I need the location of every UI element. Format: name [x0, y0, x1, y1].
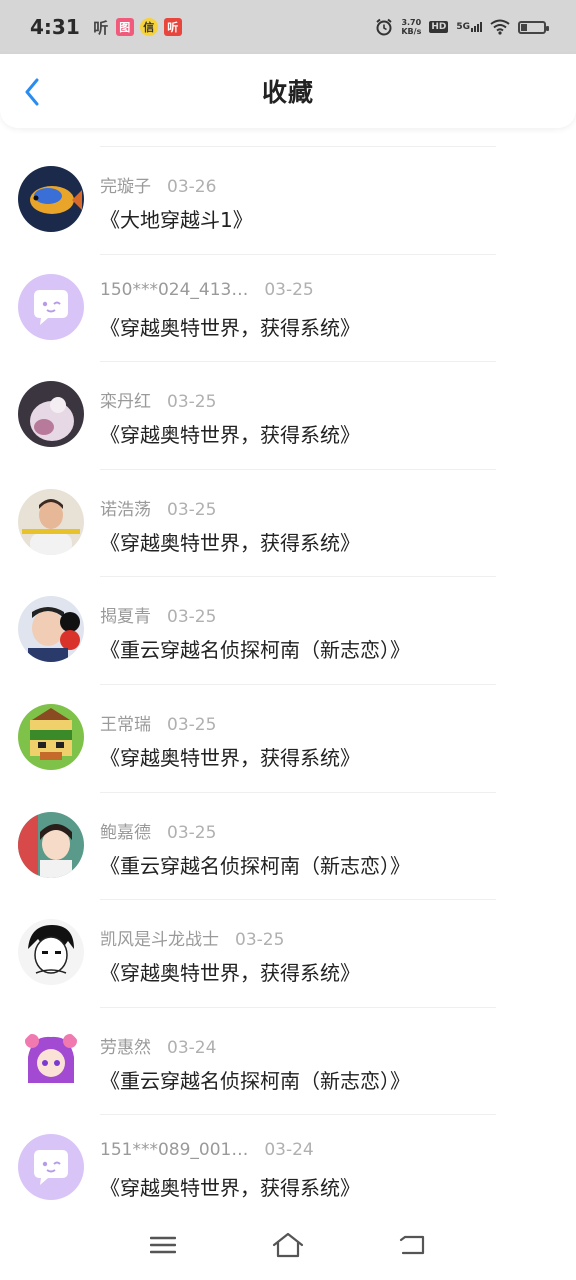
wifi-icon [490, 19, 510, 35]
speed-value: 3.70 [401, 18, 422, 27]
book-title[interactable]: 《穿越奥特世界，获得系统》 [100, 527, 360, 556]
signal-bars-icon [471, 22, 482, 32]
avatar[interactable] [18, 811, 84, 878]
speed-unit: KB/s [401, 27, 422, 36]
favorite-date: 03-25 [167, 392, 217, 413]
user-name: 完璇子 [100, 177, 151, 197]
favorite-date: 03-24 [264, 1140, 314, 1161]
network-type: 5G [456, 22, 470, 32]
favorite-date: 03-26 [167, 177, 217, 197]
favorite-date: 03-25 [235, 930, 285, 951]
favorite-date: 03-25 [167, 822, 217, 843]
signal-indicator: 5G [456, 22, 482, 32]
home-button[interactable] [268, 1225, 308, 1265]
avatar[interactable] [18, 166, 84, 232]
back-button[interactable] [14, 72, 50, 112]
book-title[interactable]: 《重云穿越名侦探柯南（新志恋）》 [100, 1065, 410, 1094]
user-name: 栾丹红 [100, 392, 151, 413]
favorite-date: 03-25 [167, 714, 217, 735]
status-app-icons: 听 图 信 听 [92, 18, 182, 37]
book-title[interactable]: 《重云穿越名侦探柯南（新志恋）》 [100, 634, 410, 663]
return-icon [400, 1235, 425, 1255]
avatar[interactable] [18, 273, 84, 340]
book-title[interactable]: 《重云穿越名侦探柯南（新志恋）》 [100, 850, 410, 879]
status-bar: 4:31 听 图 信 听 3.70 KB/s HD 5G [0, 0, 576, 54]
list-item[interactable]: 完璇子 03-26 《大地穿越斗1》 [0, 146, 576, 254]
user-name: 诺浩荡 [100, 499, 151, 520]
list-item[interactable]: 栾丹红 03-25 《穿越奥特世界，获得系统》 [0, 361, 576, 469]
message-app-icon: 信 [139, 18, 158, 36]
user-name: 劳惠然 [100, 1037, 151, 1058]
system-nav-bar [0, 1210, 576, 1280]
favorite-date: 03-25 [264, 279, 314, 300]
list-item[interactable]: 诺浩荡 03-25 《穿越奥特世界，获得系统》 [0, 468, 576, 577]
header-bar: 收藏 [0, 54, 576, 128]
book-title[interactable]: 《大地穿越斗1》 [100, 204, 253, 233]
avatar[interactable] [18, 1134, 84, 1201]
list-item[interactable]: 鲍嘉德 03-25 《重云穿越名侦探柯南（新志恋）》 [0, 791, 576, 900]
home-icon [272, 1232, 304, 1258]
list-item[interactable]: 揭夏青 03-25 《重云穿越名侦探柯南（新志恋）》 [0, 576, 576, 684]
user-name: 151***089_001… [100, 1140, 249, 1161]
back-nav-button[interactable] [393, 1225, 433, 1265]
list-item[interactable]: 151***089_001… 03-24 《穿越奥特世界，获得系统》 [0, 1114, 576, 1222]
menu-icon [149, 1236, 176, 1254]
avatar[interactable] [18, 919, 84, 986]
image-app-icon: 图 [115, 18, 134, 36]
alarm-icon [376, 18, 392, 36]
avatar[interactable] [18, 381, 84, 448]
list-item[interactable]: 王常瑞 03-25 《穿越奥特世界，获得系统》 [0, 683, 576, 792]
favorite-date: 03-24 [167, 1037, 217, 1058]
page-title: 收藏 [261, 78, 314, 107]
audio-app-icon: 听 [163, 18, 182, 36]
book-title[interactable]: 《穿越奥特世界，获得系统》 [100, 742, 360, 771]
book-title[interactable]: 《穿越奥特世界，获得系统》 [100, 957, 360, 986]
avatar[interactable] [18, 488, 84, 555]
user-name: 凯风是斗龙战士 [100, 930, 219, 951]
network-speed: 3.70 KB/s [401, 18, 421, 36]
book-title[interactable]: 《穿越奥特世界，获得系统》 [100, 1172, 360, 1201]
avatar[interactable] [18, 1026, 84, 1093]
chevron-left-icon [25, 78, 39, 106]
favorites-list: 完璇子 03-26 《大地穿越斗1》 150***024_413… 03-25 … [0, 146, 576, 1222]
list-item[interactable]: 150***024_413… 03-25 《穿越奥特世界，获得系统》 [0, 253, 576, 362]
book-title[interactable]: 《穿越奥特世界，获得系统》 [100, 419, 360, 448]
listen-app-icon: 听 [93, 18, 109, 37]
favorite-date: 03-25 [167, 607, 217, 628]
favorite-date: 03-25 [167, 499, 217, 520]
battery-icon [518, 20, 549, 34]
list-item[interactable]: 凯风是斗龙战士 03-25 《穿越奥特世界，获得系统》 [0, 899, 576, 1007]
user-name: 150***024_413… [100, 279, 249, 300]
user-name: 王常瑞 [100, 714, 151, 735]
menu-button[interactable] [143, 1225, 183, 1265]
list-item[interactable]: 劳惠然 03-24 《重云穿越名侦探柯南（新志恋）》 [0, 1006, 576, 1115]
user-name: 揭夏青 [100, 607, 151, 628]
avatar[interactable] [18, 703, 84, 770]
book-title[interactable]: 《穿越奥特世界，获得系统》 [100, 312, 360, 341]
status-time: 4:31 [30, 15, 80, 39]
avatar[interactable] [18, 596, 84, 663]
user-name: 鲍嘉德 [100, 822, 151, 843]
hd-badge: HD [429, 21, 449, 33]
